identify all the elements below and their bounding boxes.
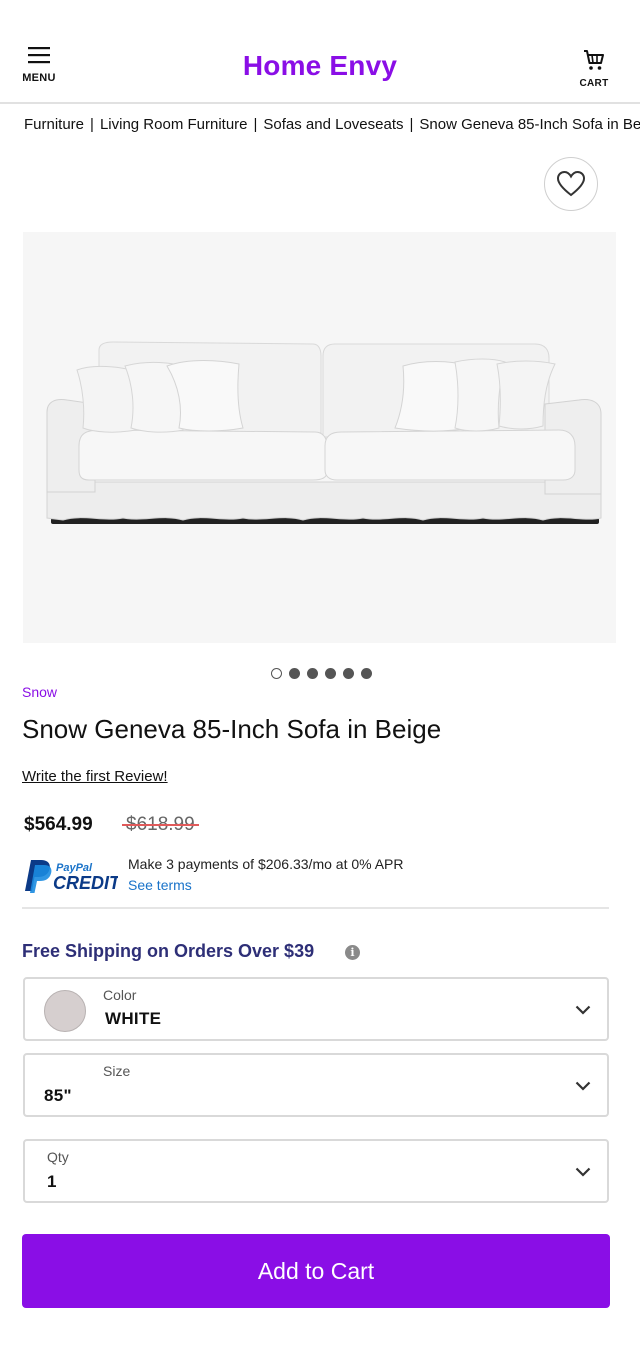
carousel-dot[interactable] xyxy=(271,668,282,679)
product-title: Snow Geneva 85-Inch Sofa in Beige xyxy=(22,714,442,744)
free-shipping-text: Free Shipping on Orders Over $39 xyxy=(22,941,315,961)
sofa-illustration xyxy=(46,341,602,524)
product-image[interactable] xyxy=(23,232,616,643)
quantity-select[interactable]: Qty 1 xyxy=(23,1139,609,1203)
logo[interactable]: Home Envy xyxy=(0,50,640,82)
original-price: $618.99 xyxy=(122,814,199,835)
breadcrumb: Furniture | Living Room Furniture | Sofas an… xyxy=(24,116,640,133)
breadcrumb-item[interactable]: Sofas and Loveseats xyxy=(263,116,403,133)
cart-button[interactable]: CART xyxy=(570,48,618,98)
color-select-label: Color xyxy=(103,987,137,1003)
chevron-down-icon xyxy=(575,1081,591,1091)
cart-icon xyxy=(584,50,604,70)
carousel-dot[interactable] xyxy=(361,668,372,679)
color-swatch xyxy=(44,990,86,1032)
add-to-cart-button[interactable]: Add to Cart xyxy=(22,1234,610,1308)
size-select[interactable]: Size 85" xyxy=(23,1053,609,1117)
paypal-financing-text: Make 3 payments of $206.33/mo at 0% APR xyxy=(128,856,404,872)
breadcrumb-separator: | xyxy=(409,116,414,133)
size-select-label: Size xyxy=(103,1063,131,1079)
see-terms-link[interactable]: See terms xyxy=(128,877,192,893)
breadcrumb-item[interactable]: Furniture xyxy=(24,116,84,133)
breadcrumb-item[interactable]: Living Room Furniture xyxy=(100,116,248,133)
size-select-value: 85" xyxy=(44,1086,72,1105)
wishlist-button[interactable] xyxy=(544,157,598,211)
quantity-select-value: 1 xyxy=(47,1172,57,1191)
info-icon[interactable]: i xyxy=(345,945,360,960)
write-review-link[interactable]: Write the first Review! xyxy=(22,768,168,785)
color-select-value: WHITE xyxy=(105,1009,162,1028)
cart-label: CART xyxy=(579,78,609,89)
divider xyxy=(22,907,609,909)
sale-price: $564.99 xyxy=(24,814,93,835)
breadcrumb-separator: | xyxy=(253,116,258,133)
product-brand[interactable]: Snow xyxy=(22,684,57,700)
quantity-select-label: Qty xyxy=(47,1149,69,1165)
carousel-dot[interactable] xyxy=(325,668,336,679)
carousel-dot[interactable] xyxy=(307,668,318,679)
chevron-down-icon xyxy=(575,1167,591,1177)
heart-icon xyxy=(556,170,586,197)
header: MENU Home Envy CART xyxy=(0,0,640,104)
carousel-dot[interactable] xyxy=(343,668,354,679)
carousel-dot[interactable] xyxy=(289,668,300,679)
paypal-credit-logo: PayPal CREDIT xyxy=(22,856,122,894)
breadcrumb-separator: | xyxy=(90,116,94,133)
credit-wordmark: CREDIT xyxy=(53,873,118,893)
breadcrumb-item-current: Snow Geneva 85-Inch Sofa in Beige xyxy=(419,116,640,133)
chevron-down-icon xyxy=(575,1005,591,1015)
color-select[interactable]: Color WHITE xyxy=(23,977,609,1041)
image-carousel-dots xyxy=(0,668,640,679)
